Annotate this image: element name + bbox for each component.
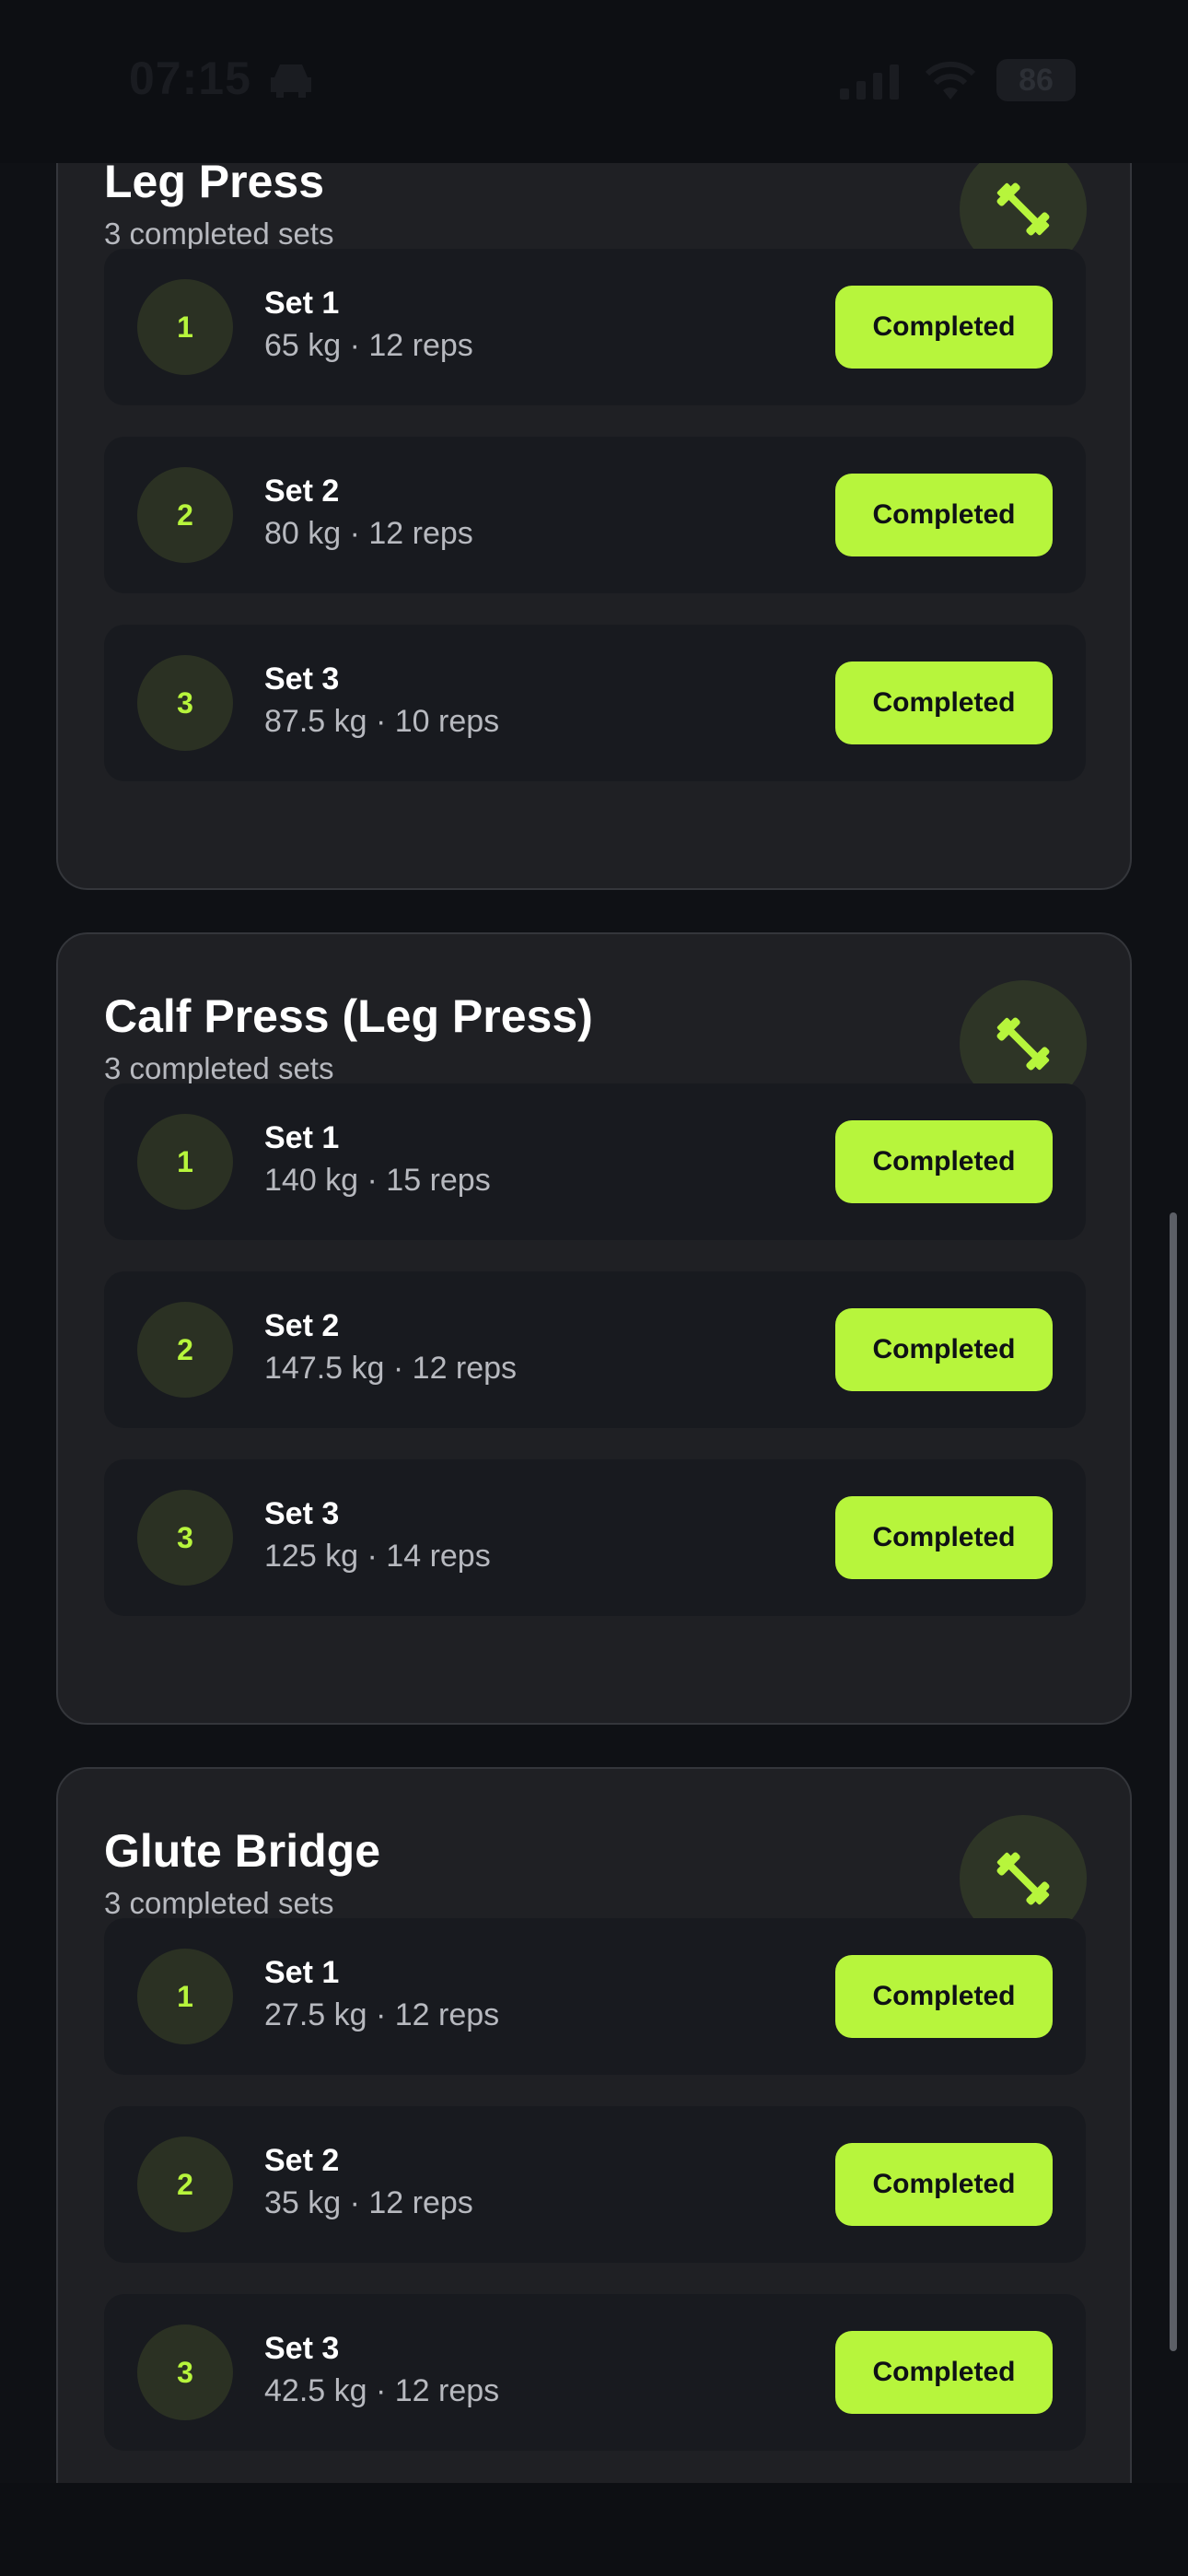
set-row: 3 Set 3 125 kg · 14 reps Completed [104, 1459, 1086, 1616]
exercise-subtitle: 3 completed sets [104, 217, 334, 251]
exercise-subtitle: 3 completed sets [104, 1886, 334, 1920]
completed-button[interactable]: Completed [835, 1120, 1053, 1203]
set-row: 1 Set 1 27.5 kg · 12 reps Completed [104, 1918, 1086, 2075]
status-time: 07:15 [129, 53, 251, 104]
set-number-badge: 1 [137, 1949, 233, 2044]
exercise-title: Leg Press [104, 163, 325, 207]
set-detail: 125 kg · 14 reps [264, 1539, 491, 1574]
set-detail: 87.5 kg · 10 reps [264, 704, 500, 739]
set-name: Set 1 [264, 286, 340, 321]
completed-button[interactable]: Completed [835, 2143, 1053, 2226]
exercise-list: Leg Press 3 completed sets 1 Set 1 65 kg… [0, 163, 1188, 2483]
set-number-badge: 1 [137, 1114, 233, 1210]
set-row: 3 Set 3 42.5 kg · 12 reps Completed [104, 2294, 1086, 2451]
set-row: 1 Set 1 140 kg · 15 reps Completed [104, 1083, 1086, 1240]
set-name: Set 2 [264, 474, 340, 509]
battery-level: 86 [1019, 62, 1054, 98]
bottom-safe-area [0, 2483, 1188, 2576]
wifi-icon [925, 61, 976, 100]
set-row: 2 Set 2 147.5 kg · 12 reps Completed [104, 1271, 1086, 1428]
set-number-badge: 2 [137, 1302, 233, 1398]
set-detail: 140 kg · 15 reps [264, 1163, 491, 1198]
set-name: Set 1 [264, 1120, 340, 1155]
set-row: 3 Set 3 87.5 kg · 10 reps Completed [104, 625, 1086, 781]
set-detail: 35 kg · 12 reps [264, 2185, 473, 2220]
set-name: Set 3 [264, 662, 340, 697]
completed-button[interactable]: Completed [835, 1308, 1053, 1391]
set-detail: 80 kg · 12 reps [264, 516, 473, 551]
exercise-card: Leg Press 3 completed sets 1 Set 1 65 kg… [56, 163, 1132, 890]
set-row: 1 Set 1 65 kg · 12 reps Completed [104, 249, 1086, 405]
set-detail: 27.5 kg · 12 reps [264, 1997, 500, 2032]
car-icon [271, 64, 311, 98]
set-detail: 147.5 kg · 12 reps [264, 1351, 518, 1386]
set-name: Set 1 [264, 1955, 340, 1990]
status-bar: 07:15 86 [0, 0, 1188, 163]
exercise-subtitle: 3 completed sets [104, 1051, 334, 1085]
set-name: Set 3 [264, 2331, 340, 2366]
set-number-badge: 3 [137, 2324, 233, 2420]
exercise-card: Glute Bridge 3 completed sets 1 Set 1 27… [56, 1767, 1132, 2483]
exercise-title: Glute Bridge [104, 1825, 381, 1877]
set-detail: 65 kg · 12 reps [264, 328, 473, 363]
completed-button[interactable]: Completed [835, 1955, 1053, 2038]
set-name: Set 3 [264, 1496, 340, 1531]
exercise-title: Calf Press (Leg Press) [104, 990, 593, 1042]
set-number-badge: 1 [137, 279, 233, 375]
set-number-badge: 2 [137, 467, 233, 563]
completed-button[interactable]: Completed [835, 286, 1053, 369]
cellular-signal-icon [840, 64, 899, 100]
completed-button[interactable]: Completed [835, 662, 1053, 744]
set-number-badge: 3 [137, 655, 233, 751]
completed-button[interactable]: Completed [835, 2331, 1053, 2414]
set-row: 2 Set 2 35 kg · 12 reps Completed [104, 2106, 1086, 2263]
set-name: Set 2 [264, 2143, 340, 2178]
scrollbar[interactable] [1170, 1212, 1177, 2351]
set-row: 2 Set 2 80 kg · 12 reps Completed [104, 437, 1086, 593]
set-number-badge: 3 [137, 1490, 233, 1586]
battery-icon: 86 [996, 59, 1076, 101]
completed-button[interactable]: Completed [835, 474, 1053, 556]
exercise-card: Calf Press (Leg Press) 3 completed sets … [56, 932, 1132, 1725]
set-detail: 42.5 kg · 12 reps [264, 2373, 500, 2408]
set-name: Set 2 [264, 1308, 340, 1343]
set-number-badge: 2 [137, 2137, 233, 2232]
workout-scroll-area[interactable]: Leg Press 3 completed sets 1 Set 1 65 kg… [0, 163, 1188, 2483]
completed-button[interactable]: Completed [835, 1496, 1053, 1579]
